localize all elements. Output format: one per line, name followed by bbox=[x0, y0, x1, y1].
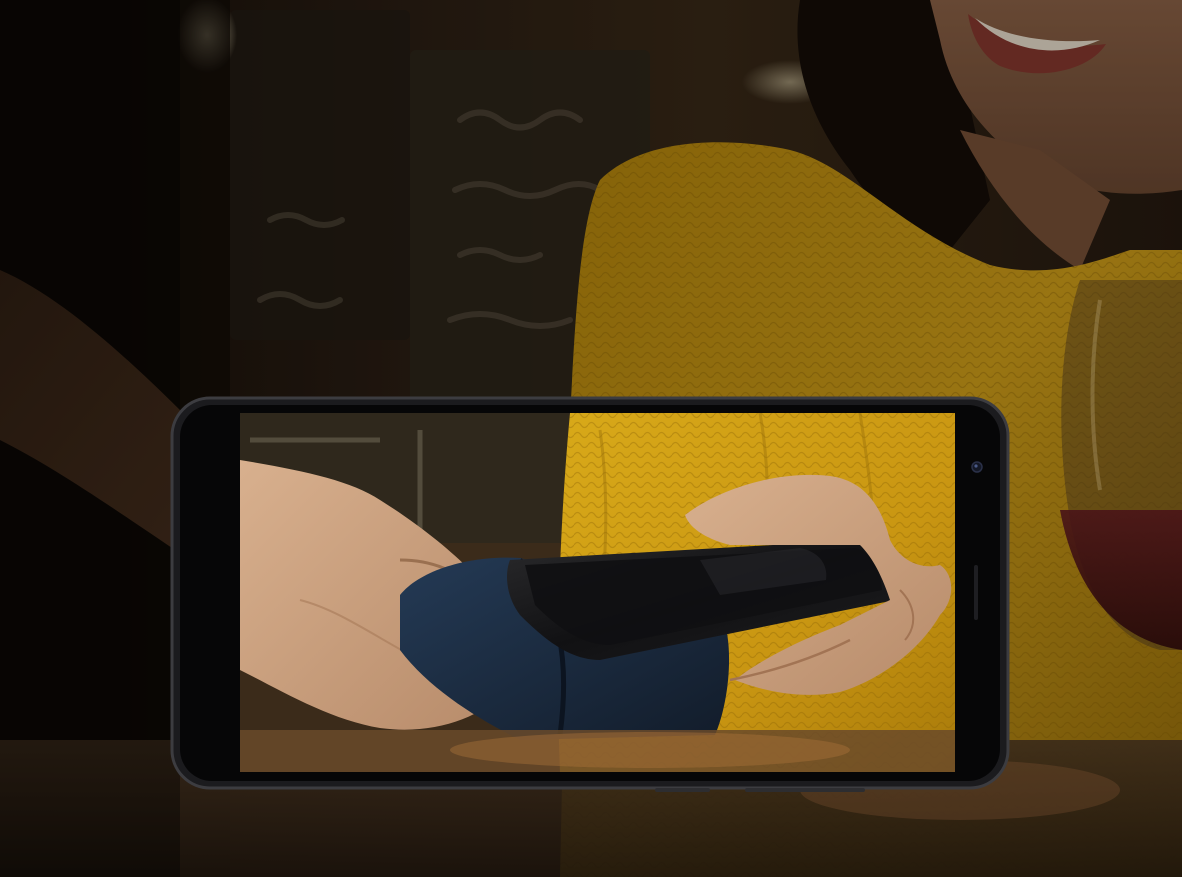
photo-illustration bbox=[0, 0, 1182, 877]
phone-screen bbox=[240, 413, 955, 772]
earpiece bbox=[974, 565, 978, 620]
photo-scene bbox=[0, 0, 1182, 877]
power-button bbox=[745, 788, 865, 792]
volume-button bbox=[655, 788, 710, 792]
